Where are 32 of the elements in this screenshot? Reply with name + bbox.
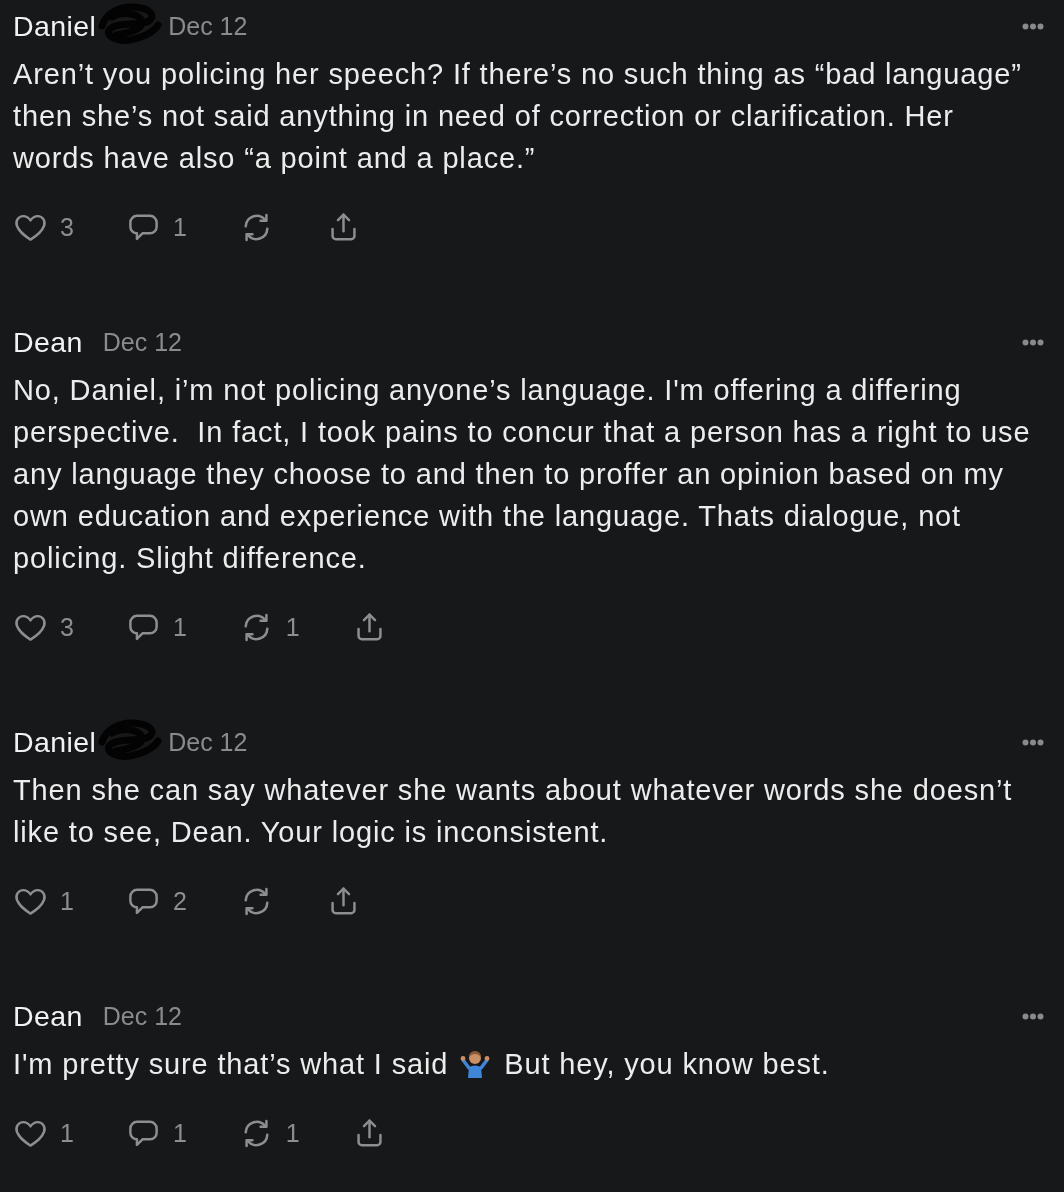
comment-text: I'm pretty sure that’s what I said <box>13 1048 449 1080</box>
comment-text: No, Daniel, i’m not policing anyone’s language. I'm offering a differing perspective. In fact, I took pains to concur that a person has a right to use any language they choose to and then to proffer an opinion based on my own education and experience with the language. Thats dialogue, not policing. Slight difference. <box>13 374 1032 574</box>
shrugging-person-icon <box>460 1048 491 1078</box>
reply-button[interactable]: 1 <box>125 209 187 245</box>
author-name[interactable]: Dean <box>13 325 83 359</box>
comment-text: But hey, you know best. <box>504 1048 830 1080</box>
reply-button[interactable]: 2 <box>125 883 187 919</box>
like-button[interactable]: 1 <box>13 883 74 919</box>
more-options-icon <box>1022 22 1044 30</box>
reply-button[interactable]: 1 <box>125 1115 187 1151</box>
more-options-button[interactable] <box>1022 738 1044 746</box>
comment-date: Dec 12 <box>102 327 182 357</box>
comment-text: Aren’t you policing her speech? If there’s no such thing as “bad language” then she’s not said anything in need of correction or clarification. Her words have also “a point and a place.” <box>13 58 1023 174</box>
restack-button[interactable]: 1 <box>238 609 300 645</box>
more-options-icon <box>1022 338 1044 346</box>
like-button[interactable]: 3 <box>13 609 74 645</box>
more-options-button[interactable] <box>1022 1012 1044 1020</box>
author-name[interactable]: Daniel <box>13 725 97 759</box>
more-options-button[interactable] <box>1022 338 1044 346</box>
more-options-icon <box>1022 1012 1044 1020</box>
comment-date: Dec 12 <box>102 1001 182 1031</box>
like-button[interactable]: 1 <box>13 1115 74 1151</box>
comment-date: Dec 12 <box>168 727 248 757</box>
more-options-icon <box>1022 738 1044 746</box>
restack-button[interactable]: 1 <box>238 1115 300 1151</box>
comment-date: Dec 12 <box>168 11 248 41</box>
author-name[interactable]: Dean <box>13 999 83 1033</box>
more-options-button[interactable] <box>1022 22 1044 30</box>
reply-button[interactable]: 1 <box>125 609 187 645</box>
comment-text: Then she can say whatever she wants about whatever words she doesn’t like to see, Dean. Your logic is inconsistent. <box>13 774 1014 848</box>
like-button[interactable]: 3 <box>13 209 74 245</box>
author-name[interactable]: Daniel <box>13 9 97 43</box>
